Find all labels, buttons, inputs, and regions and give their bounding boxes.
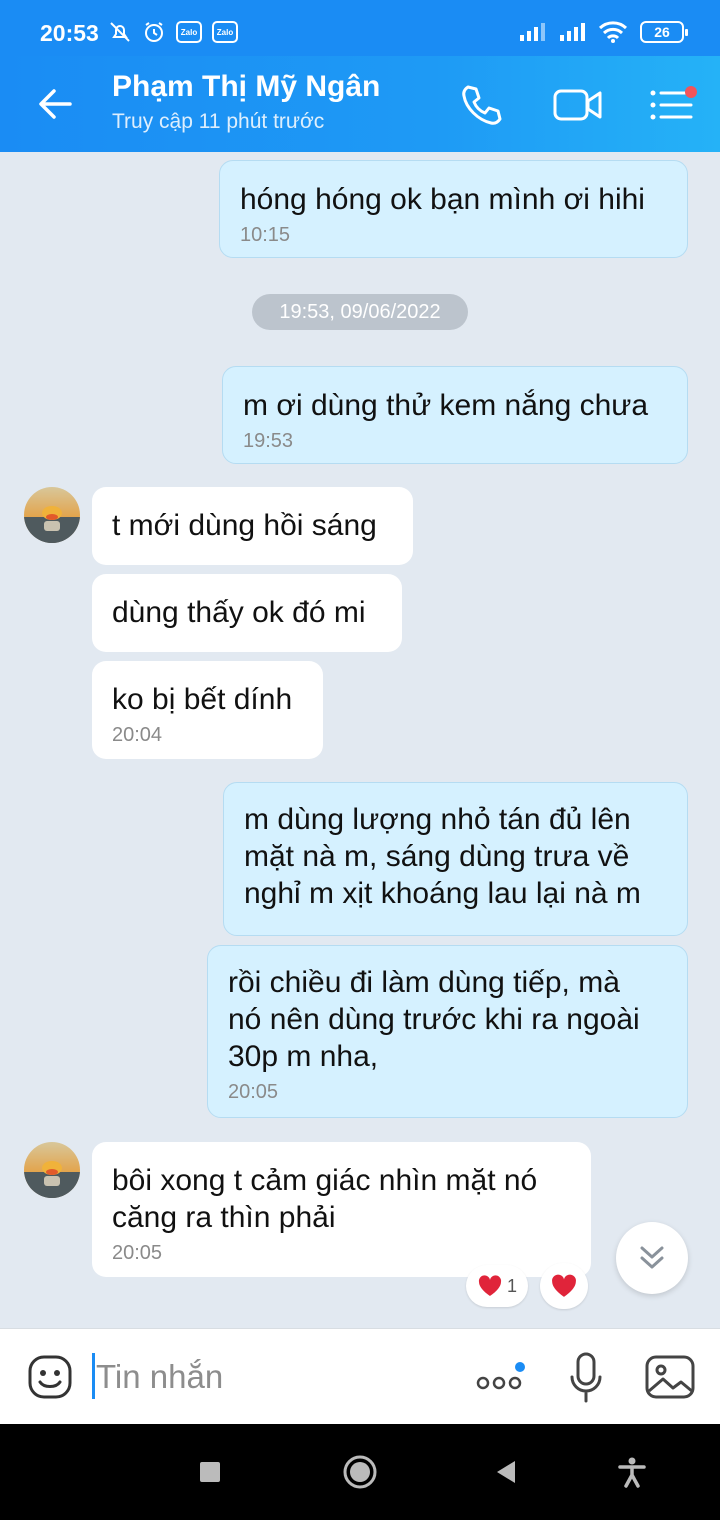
square-icon bbox=[200, 1462, 220, 1482]
scroll-to-bottom-button[interactable] bbox=[616, 1222, 688, 1294]
wifi-icon bbox=[598, 21, 628, 43]
reaction-count: 1 bbox=[506, 1275, 517, 1296]
message-time: 20:04 bbox=[112, 724, 163, 746]
signal-icon bbox=[520, 23, 545, 41]
sent-message[interactable]: rồi chiều đi làm dùng tiếp, mà nó nên dù… bbox=[207, 945, 688, 1118]
received-message[interactable]: bôi xong t cảm giác nhìn mặt nó căng ra … bbox=[92, 1142, 591, 1277]
contact-name[interactable]: Phạm Thị Mỹ Ngân bbox=[112, 70, 380, 104]
message-text: rồi chiều đi làm dùng tiếp, mà nó nên dù… bbox=[228, 966, 640, 1073]
message-list[interactable]: hóng hóng ok bạn mình ơi hihi 10:15 19:5… bbox=[0, 152, 720, 1328]
message-text: bôi xong t cảm giác nhìn mặt nó căng ra … bbox=[112, 1164, 538, 1234]
zalo-notification-icon: Zalo bbox=[176, 21, 202, 43]
message-text: t mới dùng hồi sáng bbox=[112, 509, 377, 542]
system-navigation-bar bbox=[0, 1424, 720, 1520]
recent-apps-button[interactable] bbox=[186, 1448, 234, 1496]
message-time: 10:15 bbox=[240, 224, 291, 246]
menu-icon[interactable] bbox=[648, 84, 698, 126]
battery-icon: 26 bbox=[640, 21, 688, 43]
message-text: ko bị bết dính bbox=[112, 683, 293, 716]
circle-icon bbox=[343, 1455, 377, 1489]
reaction-summary[interactable]: 1 bbox=[466, 1265, 528, 1307]
status-time: 20:53 bbox=[40, 20, 99, 46]
message-composer bbox=[0, 1328, 720, 1424]
message-text: m dùng lượng nhỏ tán đủ lên mặt nà m, sá… bbox=[244, 803, 641, 910]
phone-call-icon[interactable] bbox=[458, 82, 504, 128]
message-input[interactable] bbox=[96, 1351, 436, 1403]
back-arrow-icon[interactable] bbox=[34, 82, 78, 126]
home-button[interactable] bbox=[336, 1448, 384, 1496]
date-divider: 19:53, 09/06/2022 bbox=[252, 294, 468, 330]
signal-icon bbox=[560, 23, 585, 41]
heart-icon bbox=[478, 1275, 502, 1296]
video-call-icon[interactable] bbox=[552, 84, 604, 126]
accessibility-icon bbox=[618, 1457, 646, 1488]
last-seen-status: Truy cập 11 phút trước bbox=[112, 110, 325, 133]
react-button[interactable] bbox=[540, 1263, 588, 1309]
received-message[interactable]: ko bị bết dính 20:04 bbox=[92, 661, 323, 759]
sent-message[interactable]: hóng hóng ok bạn mình ơi hihi 10:15 bbox=[219, 160, 688, 258]
microphone-icon[interactable] bbox=[568, 1351, 604, 1405]
message-time: 19:53 bbox=[243, 430, 294, 452]
message-text: m ơi dùng thử kem nắng chưa bbox=[243, 389, 649, 422]
message-time: 20:05 bbox=[228, 1081, 279, 1103]
double-chevron-down-icon bbox=[640, 1246, 664, 1269]
image-gallery-icon[interactable] bbox=[644, 1353, 696, 1401]
chat-header: Phạm Thị Mỹ Ngân Truy cập 11 phút trước bbox=[0, 56, 720, 152]
contact-avatar-image bbox=[24, 1142, 80, 1198]
back-button[interactable] bbox=[482, 1448, 530, 1496]
text-caret bbox=[92, 1353, 95, 1399]
received-message[interactable]: dùng thấy ok đó mi bbox=[92, 574, 402, 652]
message-text: dùng thấy ok đó mi bbox=[112, 596, 366, 629]
status-bar: 20:53 Zalo Zalo 26 bbox=[0, 0, 720, 56]
sticker-emoji-icon[interactable] bbox=[26, 1353, 74, 1401]
received-message[interactable]: t mới dùng hồi sáng bbox=[92, 487, 413, 565]
heart-icon bbox=[552, 1274, 576, 1297]
message-text: hóng hóng ok bạn mình ơi hihi bbox=[240, 183, 645, 216]
alarm-icon bbox=[145, 22, 163, 42]
avatar[interactable] bbox=[24, 1142, 80, 1198]
accessibility-button[interactable] bbox=[608, 1448, 656, 1496]
triangle-back-icon bbox=[497, 1461, 515, 1483]
message-time: 20:05 bbox=[112, 1242, 163, 1264]
more-options-icon[interactable] bbox=[474, 1361, 530, 1397]
zalo-notification-icon: Zalo bbox=[212, 21, 238, 43]
mute-bell-icon bbox=[110, 22, 130, 42]
sent-message[interactable]: m dùng lượng nhỏ tán đủ lên mặt nà m, sá… bbox=[223, 782, 688, 936]
avatar[interactable] bbox=[24, 487, 80, 543]
contact-avatar-image bbox=[24, 487, 80, 543]
sent-message[interactable]: m ơi dùng thử kem nắng chưa 19:53 bbox=[222, 366, 688, 464]
